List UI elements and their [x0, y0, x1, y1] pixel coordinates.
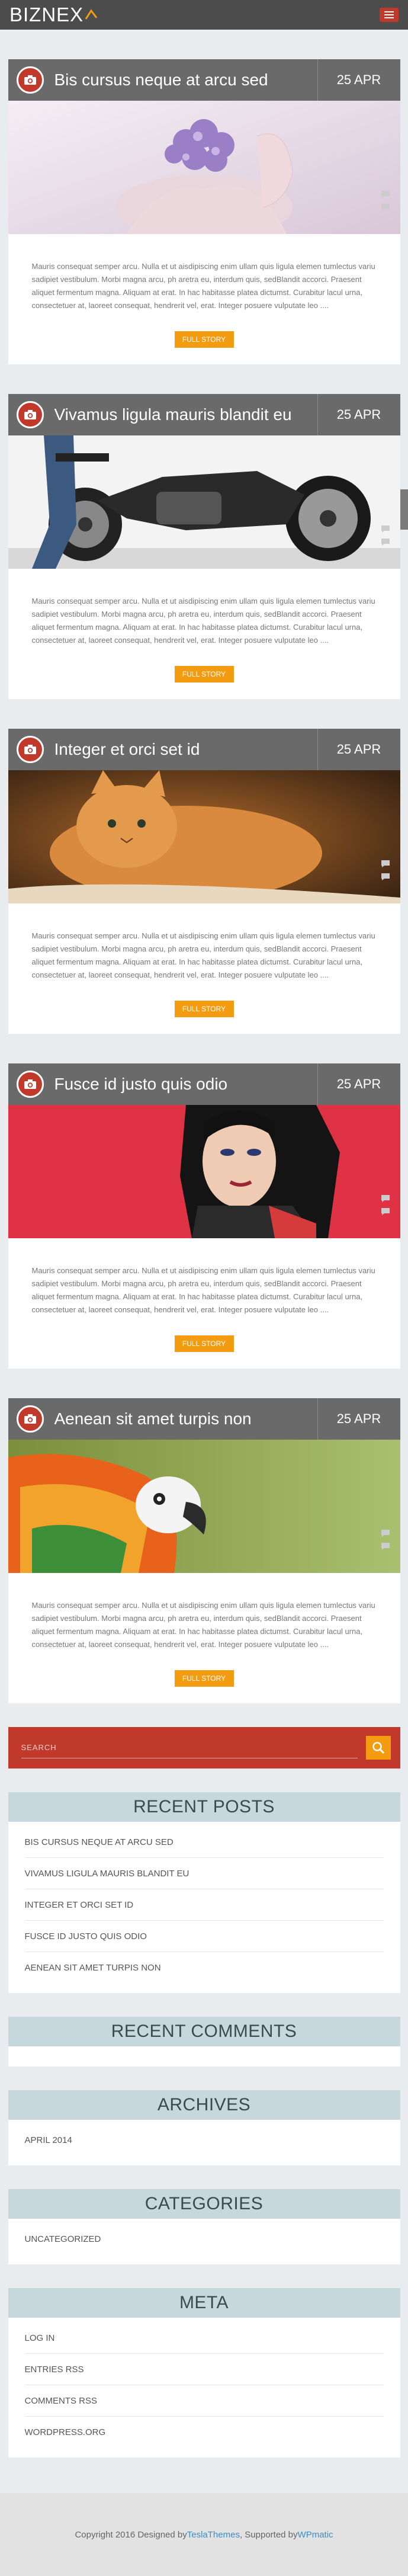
recent-comments-widget: RECENT COMMENTS [8, 2017, 400, 2066]
recent-post-link[interactable]: FUSCE ID JUSTO QUIS ODIO [25, 1931, 147, 1941]
full-story-button[interactable]: FULL STORY [174, 331, 234, 348]
widget-title: ARCHIVES [8, 2090, 400, 2120]
post-title-link[interactable]: Vivamus ligula mauris blandit eu [54, 405, 317, 424]
comment-icon [381, 860, 390, 867]
post-excerpt: Mauris consequat semper arcu. Nulla et u… [31, 931, 375, 979]
post-card: Aenean sit amet turpis non 25 APR Mauris… [8, 1398, 400, 1703]
post-card: Vivamus ligula mauris blandit eu 25 APR … [8, 394, 400, 699]
meta-widget: META LOG IN ENTRIES RSS COMMENTS RSS WOR… [8, 2288, 400, 2458]
comments-rss-link[interactable]: COMMENTS RSS [25, 2396, 98, 2406]
post-title-link[interactable]: Fusce id justo quis odio [54, 1075, 317, 1094]
post-date: 25 APR [317, 1398, 400, 1440]
supporter-link[interactable]: WPmatic [298, 2530, 333, 2540]
recent-post-link[interactable]: INTEGER ET ORCI SET ID [25, 1900, 134, 1910]
login-link[interactable]: LOG IN [25, 2333, 55, 2343]
post-excerpt: Mauris consequat semper arcu. Nulla et u… [31, 262, 375, 310]
camera-icon [16, 736, 44, 763]
logo-text: BIZNEX [9, 4, 84, 25]
hamburger-menu-button[interactable] [380, 8, 399, 22]
post-date: 25 APR [317, 394, 400, 435]
comment-icon [381, 526, 390, 533]
category-link[interactable]: UNCATEGORIZED [25, 2234, 101, 2244]
widget-title: META [8, 2288, 400, 2318]
search-input[interactable] [21, 1737, 358, 1758]
post-title-link[interactable]: Aenean sit amet turpis non [54, 1409, 317, 1428]
list-item: INTEGER ET ORCI SET ID [24, 1889, 384, 1921]
post-featured-image[interactable] [8, 101, 400, 234]
entries-rss-link[interactable]: ENTRIES RSS [25, 2364, 84, 2375]
recent-post-link[interactable]: AENEAN SIT AMET TURPIS NON [25, 1963, 161, 1973]
recent-post-link[interactable]: VIVAMUS LIGULA MAURIS BLANDIT EU [25, 1869, 189, 1879]
full-story-button[interactable]: FULL STORY [174, 1001, 234, 1017]
post-excerpt: Mauris consequat semper arcu. Nulla et u… [31, 1601, 375, 1649]
full-story-button[interactable]: FULL STORY [174, 1670, 234, 1687]
archive-link[interactable]: APRIL 2014 [25, 2135, 72, 2145]
list-item: UNCATEGORIZED [25, 2223, 384, 2255]
camera-icon [16, 1071, 44, 1098]
post-header: Bis cursus neque at arcu sed 25 APR [8, 59, 400, 101]
comment-icon [381, 191, 390, 198]
archives-widget: ARCHIVES APRIL 2014 [8, 2090, 400, 2165]
post-card: Fusce id justo quis odio 25 APR Mauris c… [8, 1063, 400, 1369]
widget-title: RECENT POSTS [8, 1792, 400, 1822]
wordpress-org-link[interactable]: WORDPRESS.ORG [25, 2427, 106, 2437]
comment-icon [381, 873, 390, 880]
list-item: LOG IN [24, 2322, 384, 2354]
site-logo[interactable]: BIZNEX [9, 4, 98, 26]
post-featured-image[interactable] [8, 1440, 400, 1573]
copyright-text: Copyright 2016 Designed by [75, 2529, 187, 2540]
recent-posts-widget: RECENT POSTS BIS CURSUS NEQUE AT ARCU SE… [8, 1792, 400, 1993]
post-excerpt: Mauris consequat semper arcu. Nulla et u… [31, 1266, 375, 1314]
full-story-button[interactable]: FULL STORY [174, 1335, 234, 1352]
post-card: Bis cursus neque at arcu sed 25 APR Maur… [8, 59, 400, 364]
list-item: VIVAMUS LIGULA MAURIS BLANDIT EU [24, 1858, 384, 1889]
post-header: Fusce id justo quis odio 25 APR [8, 1063, 400, 1105]
list-item: WORDPRESS.ORG [25, 2417, 384, 2448]
post-header: Aenean sit amet turpis non 25 APR [8, 1398, 400, 1440]
post-featured-image[interactable] [8, 435, 400, 569]
top-bar: BIZNEX [0, 0, 408, 30]
list-item: FUSCE ID JUSTO QUIS ODIO [24, 1921, 384, 1952]
post-featured-image[interactable] [8, 1105, 400, 1238]
recent-post-link[interactable]: BIS CURSUS NEQUE AT ARCU SED [25, 1837, 174, 1847]
list-item: COMMENTS RSS [24, 2385, 384, 2417]
hamburger-icon [384, 11, 394, 12]
site-footer: Copyright 2016 Designed by TeslaThemes ,… [0, 2493, 408, 2576]
logo-swoosh-icon [85, 9, 98, 20]
list-item: APRIL 2014 [25, 2125, 384, 2156]
main-content: Bis cursus neque at arcu sed 25 APR Maur… [8, 59, 400, 2458]
post-date: 25 APR [317, 59, 400, 101]
list-item: AENEAN SIT AMET TURPIS NON [25, 1952, 384, 1984]
comment-icon [381, 1195, 390, 1202]
search-button[interactable] [365, 1736, 391, 1760]
list-item: BIS CURSUS NEQUE AT ARCU SED [24, 1827, 384, 1858]
post-date: 25 APR [317, 729, 400, 770]
camera-icon [16, 401, 44, 428]
full-story-button[interactable]: FULL STORY [174, 666, 234, 683]
designer-link[interactable]: TeslaThemes [187, 2530, 240, 2540]
search-icon [372, 1742, 384, 1754]
footer-separator-text: , Supported by [239, 2529, 298, 2540]
widget-title: RECENT COMMENTS [8, 2017, 400, 2046]
comment-icon [381, 539, 390, 546]
comment-icon [381, 1530, 390, 1537]
categories-widget: CATEGORIES UNCATEGORIZED [8, 2189, 400, 2264]
post-header: Integer et orci set id 25 APR [8, 729, 400, 770]
post-header: Vivamus ligula mauris blandit eu 25 APR [8, 394, 400, 435]
list-item: ENTRIES RSS [24, 2354, 384, 2385]
post-date: 25 APR [317, 1063, 400, 1105]
comment-icon [381, 1543, 390, 1550]
post-title-link[interactable]: Bis cursus neque at arcu sed [54, 71, 317, 89]
camera-icon [16, 66, 44, 94]
widget-title: CATEGORIES [8, 2189, 400, 2219]
camera-icon [16, 1405, 44, 1433]
post-featured-image[interactable] [8, 770, 400, 903]
post-title-link[interactable]: Integer et orci set id [54, 740, 317, 759]
comment-icon [381, 204, 390, 211]
comment-icon [381, 1208, 390, 1215]
search-widget [8, 1727, 400, 1768]
post-card: Integer et orci set id 25 APR Mauris con… [8, 729, 400, 1034]
post-excerpt: Mauris consequat semper arcu. Nulla et u… [31, 597, 375, 645]
